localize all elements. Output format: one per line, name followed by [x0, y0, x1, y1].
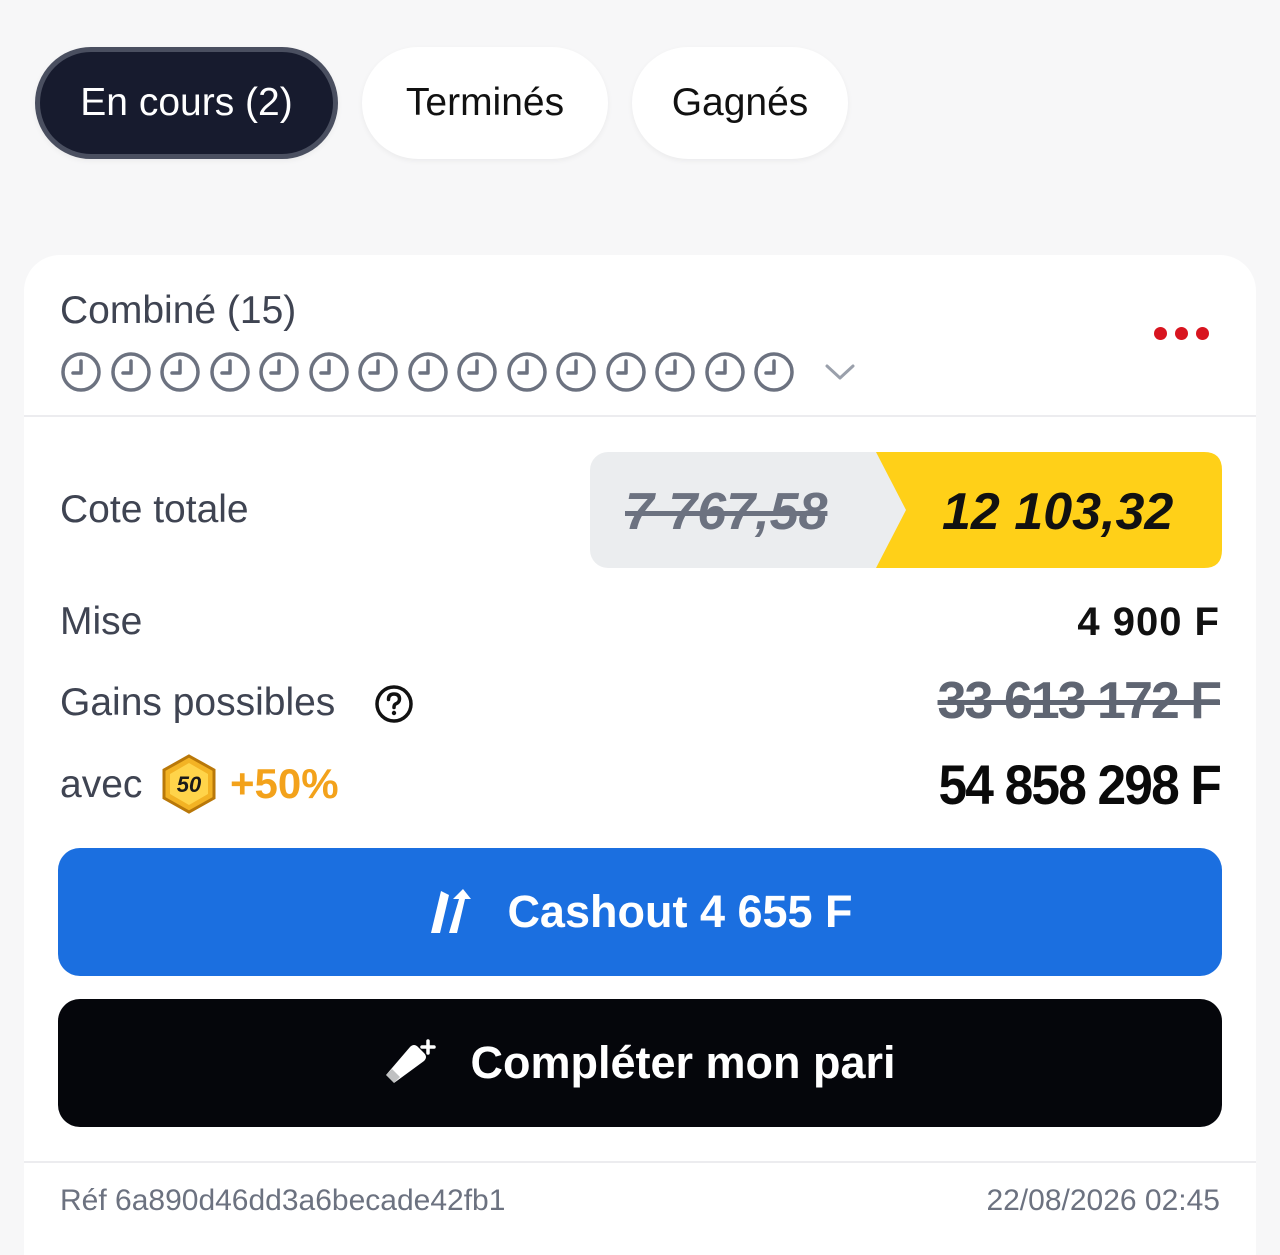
clock-icon	[209, 352, 250, 392]
boosted-odds-value: 12 103,32	[942, 483, 1174, 541]
clock-icon	[506, 352, 547, 392]
cote-label: Cote totale	[60, 488, 249, 531]
svg-text:50: 50	[177, 772, 202, 797]
old-possible-gains: 33 613 172 F	[937, 672, 1222, 730]
clock-icon	[605, 352, 646, 392]
old-odds-value: 7 767,58	[625, 483, 828, 541]
clock-icon	[308, 352, 349, 392]
clock-icon	[160, 352, 200, 392]
avec-label: avec	[60, 763, 143, 806]
clock-icon	[358, 352, 398, 392]
clock-icon	[407, 352, 448, 392]
bet-date: 22/08/2026 02:45	[986, 1184, 1220, 1217]
more-dots-icon[interactable]	[1154, 327, 1209, 340]
clock-icon	[110, 352, 151, 392]
clock-icon	[754, 352, 794, 392]
bet-card-header[interactable]: Combiné (15)	[24, 255, 1256, 417]
old-odds-box: 7 767,58	[590, 452, 920, 568]
tab-gagnes[interactable]: Gagnés	[632, 47, 848, 159]
clock-icon	[655, 352, 695, 392]
clock-icon	[556, 352, 596, 392]
tab-termines[interactable]: Terminés	[362, 47, 608, 159]
tab-en-cours[interactable]: En cours (2)	[35, 47, 338, 159]
bet-type-title: Combiné (15)	[60, 289, 297, 332]
help-icon[interactable]	[374, 684, 414, 724]
bet-card: Combiné (15) Cote totale 7 767,58 12 103…	[24, 255, 1256, 1255]
boosted-possible-gains: 54 858 298 F	[938, 753, 1221, 816]
complete-bet-label: Compléter mon pari	[470, 1037, 896, 1088]
clock-icon	[457, 352, 497, 392]
complete-bet-button[interactable]: Compléter mon pari	[58, 999, 1222, 1127]
clock-icon	[259, 352, 299, 392]
mise-value: 4 900 F	[1077, 600, 1220, 644]
cashout-icon	[431, 889, 472, 933]
gains-label: Gains possibles	[60, 681, 336, 724]
edit-ticket-icon	[386, 1039, 437, 1083]
clock-icon	[61, 352, 101, 392]
boosted-odds-box: 12 103,32	[876, 452, 1222, 568]
bet-status-tabs: En cours (2) Terminés Gagnés	[35, 47, 848, 159]
chevron-down-icon[interactable]	[823, 361, 857, 383]
bonus-badge-icon: 50	[162, 754, 216, 814]
cashout-button[interactable]: Cashout 4 655 F	[58, 848, 1222, 976]
bonus-percentage: +50%	[230, 760, 339, 807]
footer-divider	[24, 1161, 1256, 1163]
mise-label: Mise	[60, 600, 143, 643]
cashout-label: Cashout 4 655 F	[507, 886, 853, 937]
bet-reference: Réf 6a890d46dd3a6becade42fb1	[60, 1184, 506, 1217]
selection-status-row	[60, 351, 857, 393]
clock-icon	[704, 352, 745, 392]
